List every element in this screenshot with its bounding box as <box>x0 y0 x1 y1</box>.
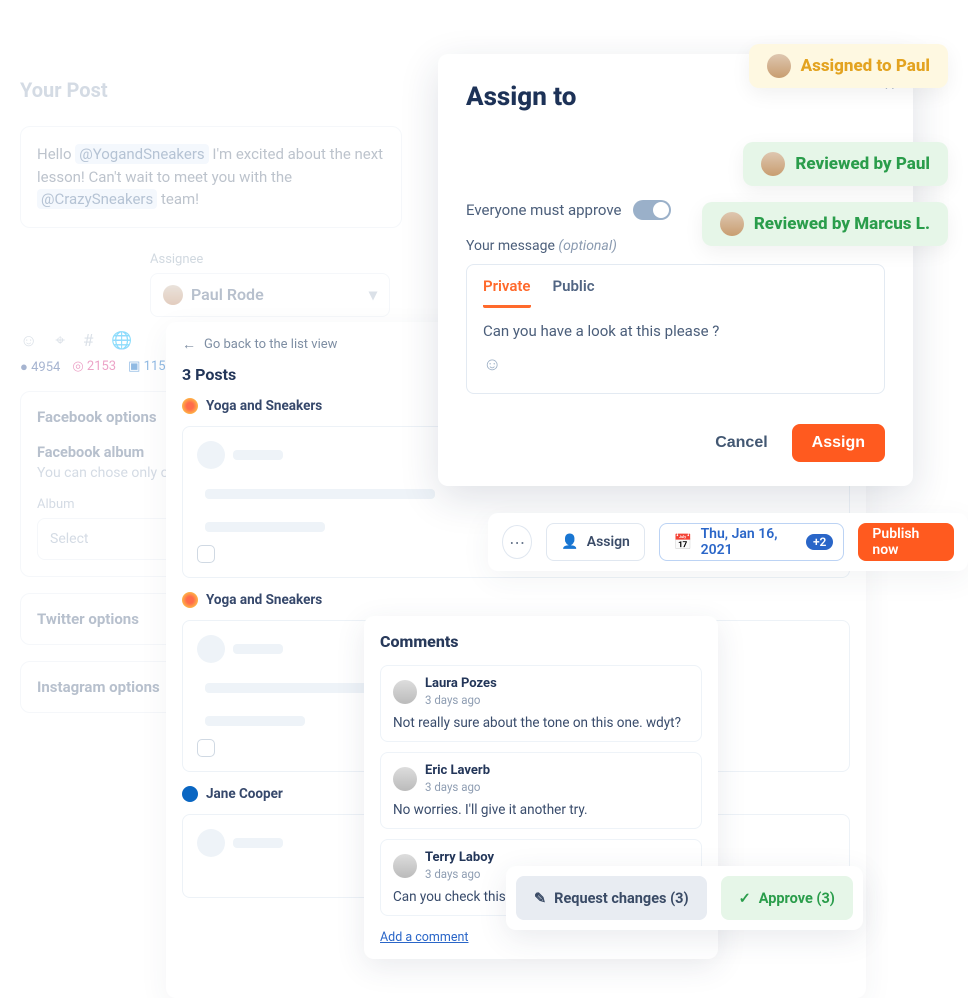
post-checkbox[interactable] <box>197 545 215 563</box>
skeleton-line <box>233 450 283 460</box>
skeleton-line <box>205 716 305 726</box>
comments-title: Comments <box>380 632 702 651</box>
schedule-date-chip[interactable]: 📅 Thu, Jan 16, 2021 +2 <box>659 523 845 561</box>
avatar <box>163 285 183 305</box>
skeleton-avatar <box>197 441 225 469</box>
skeleton-line <box>233 838 283 848</box>
hashtag-icon[interactable]: # <box>83 331 93 351</box>
comment-author: Terry Laboy <box>425 850 494 865</box>
your-post-title: Your Post <box>20 78 402 102</box>
skeleton-line <box>205 522 325 532</box>
message-box: Private Public Can you have a look at th… <box>466 264 885 394</box>
calendar-icon: 📅 <box>674 533 693 551</box>
mention-yogandsneakers[interactable]: @YogandSneakers <box>75 144 208 164</box>
decision-bar: ✎ Request changes (3) ✓ Approve (3) <box>506 866 863 930</box>
skeleton-line <box>205 683 385 693</box>
instagram-count: ◎ 2153 <box>72 359 116 375</box>
approve-button[interactable]: ✓ Approve (3) <box>721 876 853 920</box>
status-pill-assigned: Assigned to Paul <box>749 44 948 88</box>
linkedin-icon <box>182 786 198 802</box>
schedule-count-badge: +2 <box>806 534 833 550</box>
pencil-icon: ✎ <box>534 890 546 907</box>
cancel-button[interactable]: Cancel <box>715 434 767 452</box>
approve-toggle-label: Everyone must approve <box>466 201 621 219</box>
check-icon: ✓ <box>739 890 751 907</box>
arrow-left-icon: ← <box>182 336 196 353</box>
comment-time: 3 days ago <box>425 780 490 794</box>
comment-item: Laura Pozes 3 days ago Not really sure a… <box>380 665 702 742</box>
emoji-icon[interactable]: ☺ <box>467 354 884 385</box>
comment-body: No worries. I'll give it another try. <box>393 802 689 818</box>
skeleton-line <box>233 644 283 654</box>
more-icon[interactable]: ⋯ <box>502 525 532 559</box>
assign-chip[interactable]: 👤 Assign <box>546 523 645 561</box>
request-changes-button[interactable]: ✎ Request changes (3) <box>516 876 707 920</box>
post-text-1: Hello <box>37 145 72 163</box>
assignee-label: Assignee <box>150 252 402 267</box>
skeleton-avatar <box>197 635 225 663</box>
assign-modal: Assign to × Everyone must approve Your m… <box>438 54 913 486</box>
assign-button[interactable]: Assign <box>792 424 885 462</box>
account-name: Jane Cooper <box>206 786 283 802</box>
status-pill-reviewed: Reviewed by Marcus L. <box>702 202 948 246</box>
account-name: Yoga and Sneakers <box>206 398 322 414</box>
skeleton-avatar <box>197 829 225 857</box>
publish-now-button[interactable]: Publish now <box>858 523 954 561</box>
status-pill-reviewed: Reviewed by Paul <box>743 142 948 186</box>
post-checkbox[interactable] <box>197 739 215 757</box>
tab-private[interactable]: Private <box>483 277 531 308</box>
avatar <box>393 680 417 704</box>
globe-icon[interactable]: 🌐 <box>111 331 132 351</box>
emoji-icon[interactable]: ☺ <box>20 331 37 351</box>
avatar <box>393 767 417 791</box>
message-input[interactable]: Can you have a look at this please ? <box>467 308 884 354</box>
chevron-down-icon: ▾ <box>369 285 377 304</box>
assignee-select[interactable]: Paul Rode ▾ <box>150 273 390 317</box>
comment-author: Laura Pozes <box>425 676 497 691</box>
approve-toggle[interactable] <box>633 200 671 220</box>
comment-time: 3 days ago <box>425 867 494 881</box>
user-icon: 👤 <box>561 534 578 550</box>
add-comment-link[interactable]: Add a comment <box>380 930 468 945</box>
scheduling-toolbar: ⋯ 👤 Assign 📅 Thu, Jan 16, 2021 +2 Publis… <box>488 513 968 571</box>
location-icon[interactable]: ⌖ <box>55 331 65 351</box>
assignee-value: Paul Rode <box>191 285 264 304</box>
mention-crazysneakers[interactable]: @CrazySneakers <box>37 189 157 209</box>
post-composer[interactable]: Hello @YogandSneakers I'm excited about … <box>20 126 402 228</box>
comment-time: 3 days ago <box>425 693 497 707</box>
avatar <box>767 54 791 78</box>
comment-item: Eric Laverb 3 days ago No worries. I'll … <box>380 752 702 829</box>
comment-author: Eric Laverb <box>425 763 490 778</box>
account-icon <box>182 592 198 608</box>
avatar <box>761 152 785 176</box>
account-icon <box>182 398 198 414</box>
facebook-count: ● 4954 <box>20 359 60 375</box>
avatar <box>720 212 744 236</box>
comment-body: Not really sure about the tone on this o… <box>393 715 689 731</box>
account-row[interactable]: Yoga and Sneakers <box>182 592 850 608</box>
skeleton-line <box>205 489 435 499</box>
tab-public[interactable]: Public <box>553 277 595 308</box>
post-text-3: team! <box>161 190 199 208</box>
account-name: Yoga and Sneakers <box>206 592 322 608</box>
avatar <box>393 854 417 878</box>
